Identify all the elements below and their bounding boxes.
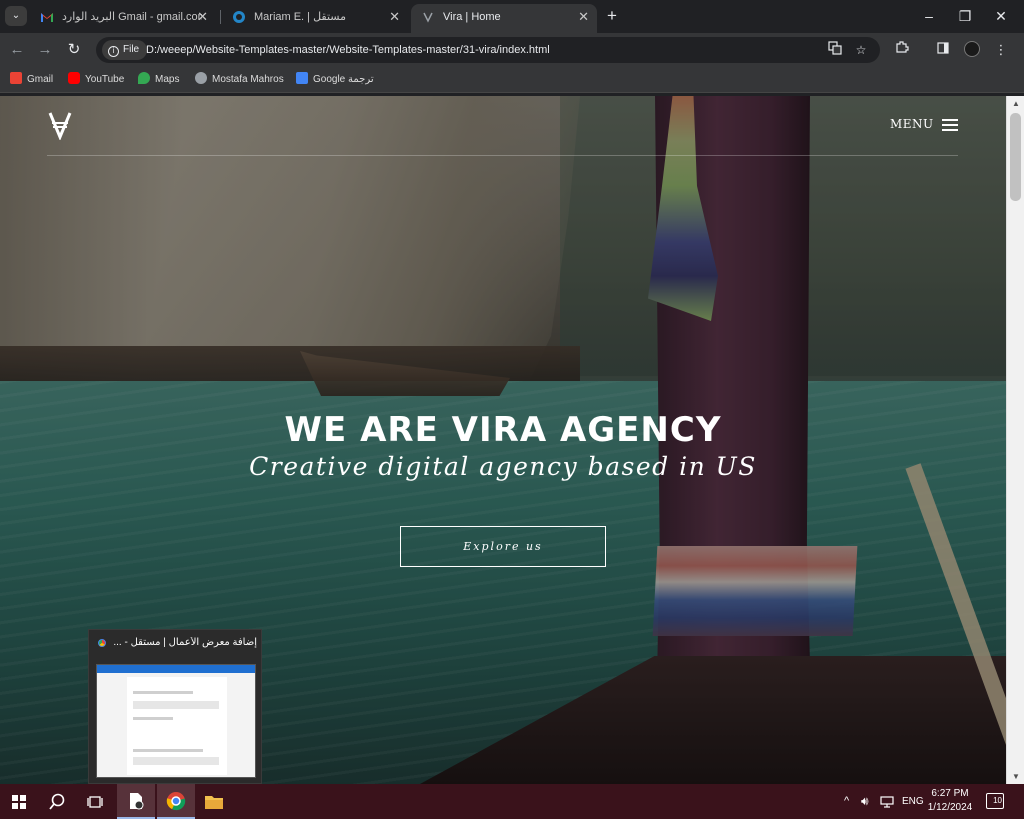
- tab-mostaql[interactable]: Mariam E. | مستقل ✕: [222, 4, 408, 30]
- chrome-icon: [96, 637, 108, 649]
- screen: ⌄ البريد الوارد Gmail - gmail.com@ ✕ Mar…: [0, 0, 1024, 819]
- back-button[interactable]: ←: [6, 39, 28, 61]
- tab-close-icon[interactable]: ✕: [578, 4, 589, 30]
- explore-us-button[interactable]: Explore us: [400, 526, 606, 567]
- network-icon[interactable]: [880, 784, 894, 819]
- bookmark-mostafa-mahros[interactable]: Mostafa Mahros: [195, 71, 284, 89]
- window-close-button[interactable]: ✕: [983, 4, 1019, 28]
- address-bar[interactable]: i File D:/weeep/Website-Templates-master/…: [96, 37, 880, 63]
- scroll-thumb[interactable]: [1010, 113, 1021, 201]
- tab-gmail[interactable]: البريد الوارد Gmail - gmail.com@ ✕: [30, 4, 216, 30]
- tab-title: Vira | Home: [443, 11, 501, 23]
- taskbar-window-preview[interactable]: إضافة معرض الأعمال | مستقل - ...: [88, 629, 262, 784]
- preview-thumbnail-line: [133, 691, 193, 694]
- search-icon[interactable]: [38, 784, 76, 819]
- notification-center-icon[interactable]: 10: [986, 793, 1004, 809]
- gmail-icon: [41, 13, 53, 22]
- scroll-up-arrow-icon[interactable]: ▲: [1011, 99, 1021, 108]
- system-clock[interactable]: 6:27 PM 1/12/2024: [922, 787, 978, 815]
- taskbar-chrome[interactable]: [157, 784, 195, 819]
- tab-title: البريد الوارد Gmail - gmail.com@: [62, 11, 202, 23]
- bookmarks-bar: Gmail YouTube Maps Mostafa Mahros Google…: [0, 66, 1024, 93]
- restore-button[interactable]: ❐: [947, 4, 983, 28]
- tab-vira-home[interactable]: Vira | Home ✕: [411, 4, 597, 33]
- preview-thumbnail[interactable]: [96, 664, 256, 778]
- start-button[interactable]: [0, 784, 38, 819]
- chrome-icon: [166, 792, 186, 811]
- forward-button[interactable]: →: [34, 39, 56, 61]
- hero-title: WE ARE VIRA AGENCY: [284, 410, 722, 450]
- bookmark-youtube[interactable]: YouTube: [68, 71, 124, 89]
- menu-label[interactable]: MENU: [890, 117, 934, 131]
- vira-logo-icon[interactable]: [47, 110, 73, 140]
- scroll-down-arrow-icon[interactable]: ▼: [1011, 772, 1021, 781]
- minimize-button[interactable]: –: [911, 4, 947, 28]
- translate-icon: [296, 72, 308, 84]
- chip-label: File: [123, 44, 140, 55]
- clock-time: 6:27 PM: [931, 788, 969, 799]
- tray-overflow-chevron-icon[interactable]: ^: [844, 784, 849, 819]
- bookmark-gmail[interactable]: Gmail: [10, 71, 53, 89]
- language-indicator[interactable]: ENG: [902, 784, 924, 819]
- volume-icon[interactable]: 🔊︎: [861, 784, 869, 819]
- folder-icon: [205, 796, 223, 809]
- translate-icon[interactable]: [826, 41, 844, 59]
- globe-icon: [195, 72, 207, 84]
- windows-logo-icon: [12, 795, 26, 809]
- preview-title: إضافة معرض الأعمال | مستقل - ...: [113, 637, 257, 648]
- preview-thumbnail-line: [133, 749, 203, 752]
- chrome-menu-icon[interactable]: ⋮: [990, 39, 1012, 61]
- taskbar-file-app[interactable]: [117, 784, 155, 819]
- reload-button[interactable]: ↻: [63, 39, 85, 61]
- tab-close-icon[interactable]: ✕: [389, 4, 400, 30]
- mostaql-icon: [233, 11, 245, 23]
- hero-subtitle: Creative digital agency based in US: [249, 452, 757, 481]
- task-view-icon[interactable]: [76, 784, 114, 819]
- url-text: D:/weeep/Website-Templates-master/Websit…: [146, 44, 550, 56]
- tab-separator: [220, 10, 221, 24]
- profile-avatar[interactable]: [964, 41, 980, 57]
- maps-pin-icon: [138, 72, 150, 84]
- preview-thumbnail-line: [133, 701, 219, 709]
- page-scrollbar[interactable]: ▲ ▼: [1006, 96, 1024, 784]
- windows-taskbar: ^ 🔊︎ ENG 6:27 PM 1/12/2024 10: [0, 784, 1024, 819]
- tab-search-chevron-icon[interactable]: ⌄: [5, 6, 27, 26]
- vira-favicon-icon: [423, 12, 433, 23]
- nav-divider: [47, 155, 958, 156]
- clock-date: 1/12/2024: [927, 802, 973, 813]
- new-tab-button[interactable]: +: [603, 5, 621, 27]
- tab-close-icon[interactable]: ✕: [197, 4, 208, 30]
- bookmark-maps[interactable]: Maps: [138, 71, 179, 89]
- preview-thumbnail-header: [97, 665, 255, 673]
- youtube-icon: [68, 72, 80, 84]
- site-info-chip[interactable]: i File: [102, 40, 148, 60]
- info-icon: i: [108, 46, 119, 57]
- side-panel-icon[interactable]: [932, 39, 954, 61]
- bookmark-star-icon[interactable]: ☆: [852, 41, 870, 59]
- tab-title: Mariam E. | مستقل: [254, 11, 347, 23]
- file-icon: [130, 793, 144, 810]
- tab-strip: ⌄ البريد الوارد Gmail - gmail.com@ ✕ Mar…: [0, 0, 1024, 33]
- preview-thumbnail-line: [133, 757, 219, 765]
- bookmark-google-translate[interactable]: Google ترجمة: [296, 71, 374, 89]
- preview-thumbnail-line: [133, 717, 173, 720]
- extensions-icon[interactable]: [891, 39, 913, 61]
- browser-toolbar: ← → ↻ i File D:/weeep/Website-Templates-m…: [0, 33, 1024, 66]
- taskbar-file-explorer[interactable]: [195, 784, 233, 819]
- hamburger-menu-icon[interactable]: [942, 119, 958, 131]
- gmail-icon: [10, 72, 22, 84]
